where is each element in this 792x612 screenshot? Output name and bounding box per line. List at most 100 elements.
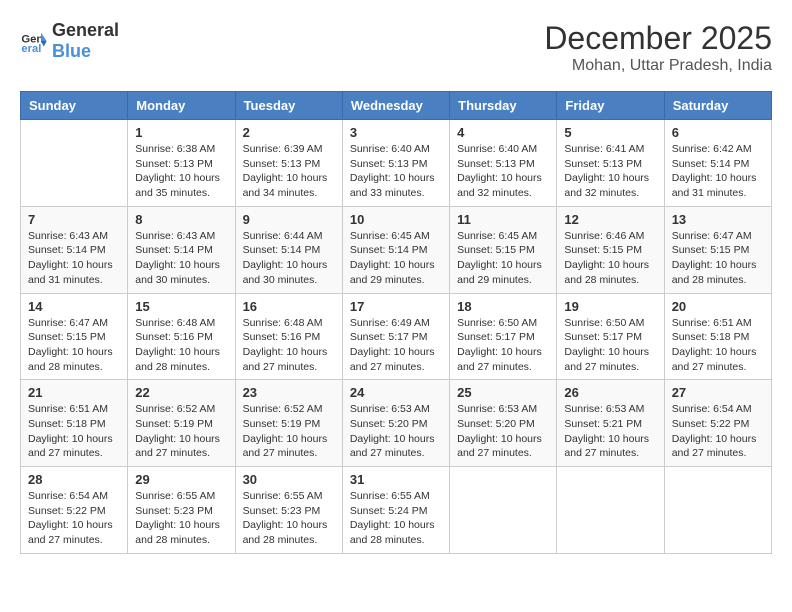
calendar-day-4: 4 Sunrise: 6:40 AMSunset: 5:13 PMDaylight… xyxy=(450,120,557,207)
calendar-day-30: 30 Sunrise: 6:55 AMSunset: 5:23 PMDayligh… xyxy=(235,467,342,554)
day-header-monday: Monday xyxy=(128,92,235,120)
page-header: Gen eral General Blue December 2025 Moha… xyxy=(20,20,772,75)
calendar-header-row: SundayMondayTuesdayWednesdayThursdayFrid… xyxy=(21,92,772,120)
day-number: 20 xyxy=(672,299,764,314)
day-number: 14 xyxy=(28,299,120,314)
calendar-day-19: 19 Sunrise: 6:50 AMSunset: 5:17 PMDayligh… xyxy=(557,293,664,380)
calendar-day-8: 8Sunrise: 6:43 AMSunset: 5:14 PMDaylight… xyxy=(128,206,235,293)
calendar-day-9: 9 Sunrise: 6:44 AMSunset: 5:14 PMDaylight… xyxy=(235,206,342,293)
day-info: Sunrise: 6:40 AMSunset: 5:13 PMDaylight:… xyxy=(457,142,549,201)
day-number: 25 xyxy=(457,385,549,400)
calendar-day-18: 18Sunrise: 6:50 AMSunset: 5:17 PMDayligh… xyxy=(450,293,557,380)
day-number: 22 xyxy=(135,385,227,400)
calendar-week-row: 7 Sunrise: 6:43 AMSunset: 5:14 PMDaylight… xyxy=(21,206,772,293)
calendar-day-1: 1 Sunrise: 6:38 AMSunset: 5:13 PMDaylight… xyxy=(128,120,235,207)
calendar-day-13: 13 Sunrise: 6:47 AMSunset: 5:15 PMDayligh… xyxy=(664,206,771,293)
day-info: Sunrise: 6:53 AMSunset: 5:20 PMDaylight:… xyxy=(457,402,549,461)
empty-cell xyxy=(557,467,664,554)
logo-blue-text: Blue xyxy=(52,41,91,61)
empty-cell xyxy=(21,120,128,207)
day-info: Sunrise: 6:46 AMSunset: 5:15 PMDaylight:… xyxy=(564,229,656,288)
svg-text:eral: eral xyxy=(21,43,41,55)
empty-cell xyxy=(450,467,557,554)
day-number: 8 xyxy=(135,212,227,227)
calendar-day-28: 28Sunrise: 6:54 AMSunset: 5:22 PMDayligh… xyxy=(21,467,128,554)
day-header-wednesday: Wednesday xyxy=(342,92,449,120)
empty-cell xyxy=(664,467,771,554)
day-info: Sunrise: 6:39 AMSunset: 5:13 PMDaylight:… xyxy=(243,142,335,201)
logo-icon: Gen eral xyxy=(20,27,48,55)
day-number: 11 xyxy=(457,212,549,227)
day-info: Sunrise: 6:44 AMSunset: 5:14 PMDaylight:… xyxy=(243,229,335,288)
day-number: 27 xyxy=(672,385,764,400)
day-info: Sunrise: 6:50 AMSunset: 5:17 PMDaylight:… xyxy=(564,316,656,375)
day-info: Sunrise: 6:43 AMSunset: 5:14 PMDaylight:… xyxy=(28,229,120,288)
calendar-day-12: 12 Sunrise: 6:46 AMSunset: 5:15 PMDayligh… xyxy=(557,206,664,293)
calendar-day-10: 10Sunrise: 6:45 AMSunset: 5:14 PMDayligh… xyxy=(342,206,449,293)
calendar-day-6: 6Sunrise: 6:42 AMSunset: 5:14 PMDaylight… xyxy=(664,120,771,207)
day-header-thursday: Thursday xyxy=(450,92,557,120)
calendar-day-15: 15Sunrise: 6:48 AMSunset: 5:16 PMDayligh… xyxy=(128,293,235,380)
day-info: Sunrise: 6:47 AMSunset: 5:15 PMDaylight:… xyxy=(28,316,120,375)
calendar-table: SundayMondayTuesdayWednesdayThursdayFrid… xyxy=(20,91,772,554)
day-header-sunday: Sunday xyxy=(21,92,128,120)
day-number: 16 xyxy=(243,299,335,314)
calendar-day-20: 20 Sunrise: 6:51 AMSunset: 5:18 PMDayligh… xyxy=(664,293,771,380)
calendar-day-11: 11Sunrise: 6:45 AMSunset: 5:15 PMDayligh… xyxy=(450,206,557,293)
calendar-day-14: 14 Sunrise: 6:47 AMSunset: 5:15 PMDayligh… xyxy=(21,293,128,380)
day-number: 24 xyxy=(350,385,442,400)
day-number: 29 xyxy=(135,472,227,487)
day-info: Sunrise: 6:50 AMSunset: 5:17 PMDaylight:… xyxy=(457,316,549,375)
day-info: Sunrise: 6:48 AMSunset: 5:16 PMDaylight:… xyxy=(135,316,227,375)
calendar-day-31: 31 Sunrise: 6:55 AMSunset: 5:24 PMDayligh… xyxy=(342,467,449,554)
month-title: December 2025 xyxy=(544,20,772,57)
day-number: 2 xyxy=(243,125,335,140)
calendar-week-row: 21 Sunrise: 6:51 AMSunset: 5:18 PMDayligh… xyxy=(21,380,772,467)
calendar-day-5: 5 Sunrise: 6:41 AMSunset: 5:13 PMDaylight… xyxy=(557,120,664,207)
day-number: 17 xyxy=(350,299,442,314)
day-number: 7 xyxy=(28,212,120,227)
day-info: Sunrise: 6:55 AMSunset: 5:23 PMDaylight:… xyxy=(243,489,335,548)
calendar-day-26: 26Sunrise: 6:53 AMSunset: 5:21 PMDayligh… xyxy=(557,380,664,467)
day-info: Sunrise: 6:49 AMSunset: 5:17 PMDaylight:… xyxy=(350,316,442,375)
day-info: Sunrise: 6:45 AMSunset: 5:14 PMDaylight:… xyxy=(350,229,442,288)
day-number: 4 xyxy=(457,125,549,140)
day-number: 19 xyxy=(564,299,656,314)
calendar-day-17: 17 Sunrise: 6:49 AMSunset: 5:17 PMDayligh… xyxy=(342,293,449,380)
day-number: 31 xyxy=(350,472,442,487)
day-info: Sunrise: 6:53 AMSunset: 5:20 PMDaylight:… xyxy=(350,402,442,461)
day-number: 6 xyxy=(672,125,764,140)
day-info: Sunrise: 6:51 AMSunset: 5:18 PMDaylight:… xyxy=(28,402,120,461)
day-info: Sunrise: 6:53 AMSunset: 5:21 PMDaylight:… xyxy=(564,402,656,461)
calendar-day-29: 29 Sunrise: 6:55 AMSunset: 5:23 PMDayligh… xyxy=(128,467,235,554)
day-header-tuesday: Tuesday xyxy=(235,92,342,120)
day-info: Sunrise: 6:48 AMSunset: 5:16 PMDaylight:… xyxy=(243,316,335,375)
day-number: 12 xyxy=(564,212,656,227)
day-number: 21 xyxy=(28,385,120,400)
logo: Gen eral General Blue xyxy=(20,20,119,62)
day-info: Sunrise: 6:52 AMSunset: 5:19 PMDaylight:… xyxy=(135,402,227,461)
day-header-friday: Friday xyxy=(557,92,664,120)
calendar-week-row: 1 Sunrise: 6:38 AMSunset: 5:13 PMDaylight… xyxy=(21,120,772,207)
day-info: Sunrise: 6:55 AMSunset: 5:24 PMDaylight:… xyxy=(350,489,442,548)
day-number: 30 xyxy=(243,472,335,487)
day-info: Sunrise: 6:55 AMSunset: 5:23 PMDaylight:… xyxy=(135,489,227,548)
day-number: 13 xyxy=(672,212,764,227)
day-info: Sunrise: 6:54 AMSunset: 5:22 PMDaylight:… xyxy=(672,402,764,461)
calendar-week-row: 14 Sunrise: 6:47 AMSunset: 5:15 PMDayligh… xyxy=(21,293,772,380)
day-header-saturday: Saturday xyxy=(664,92,771,120)
day-number: 5 xyxy=(564,125,656,140)
calendar-day-22: 22 Sunrise: 6:52 AMSunset: 5:19 PMDayligh… xyxy=(128,380,235,467)
day-info: Sunrise: 6:40 AMSunset: 5:13 PMDaylight:… xyxy=(350,142,442,201)
day-info: Sunrise: 6:47 AMSunset: 5:15 PMDaylight:… xyxy=(672,229,764,288)
day-info: Sunrise: 6:38 AMSunset: 5:13 PMDaylight:… xyxy=(135,142,227,201)
day-info: Sunrise: 6:41 AMSunset: 5:13 PMDaylight:… xyxy=(564,142,656,201)
day-number: 9 xyxy=(243,212,335,227)
day-info: Sunrise: 6:51 AMSunset: 5:18 PMDaylight:… xyxy=(672,316,764,375)
calendar-day-21: 21 Sunrise: 6:51 AMSunset: 5:18 PMDayligh… xyxy=(21,380,128,467)
calendar-day-2: 2 Sunrise: 6:39 AMSunset: 5:13 PMDaylight… xyxy=(235,120,342,207)
day-number: 3 xyxy=(350,125,442,140)
day-number: 1 xyxy=(135,125,227,140)
day-number: 28 xyxy=(28,472,120,487)
calendar-day-7: 7 Sunrise: 6:43 AMSunset: 5:14 PMDaylight… xyxy=(21,206,128,293)
